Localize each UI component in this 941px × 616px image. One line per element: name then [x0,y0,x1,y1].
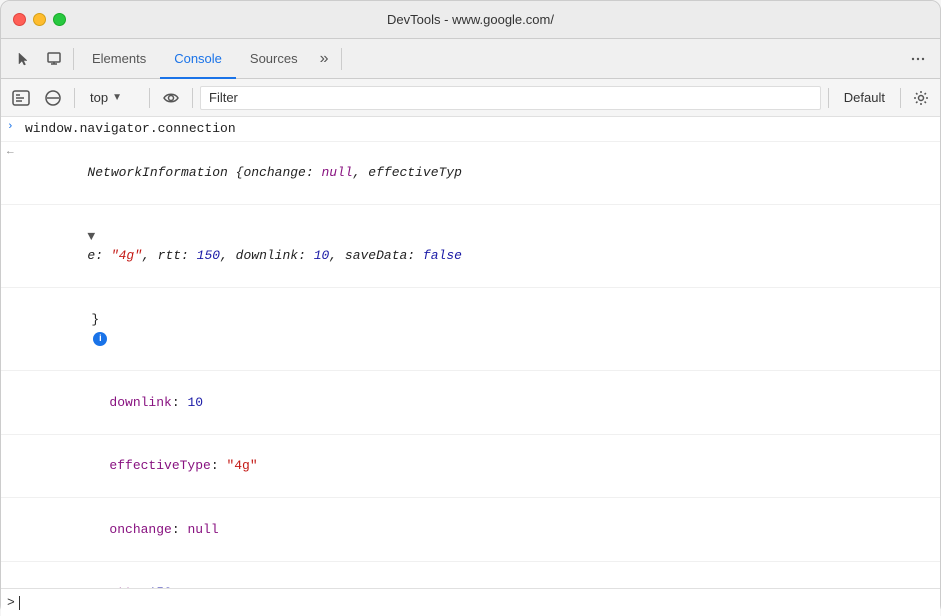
prop-downlink: downlink: 10 [1,371,940,435]
prop-onchange-content: onchange: null [47,500,934,559]
console-output-line-2: ▼ e: "4g", rtt: 150, downlink: 10, saveD… [1,205,940,288]
output-content-1: NetworkInformation {onchange: null, effe… [25,144,934,203]
console-output-line-3: } i [1,288,940,371]
output-arrow: ← [7,144,25,158]
context-arrow-icon: ▼ [112,92,122,103]
title-bar: DevTools - www.google.com/ [1,1,940,39]
toolbar-divider-1 [73,48,74,70]
output-content-3: } i [29,290,934,368]
expand-triangle-icon[interactable]: ▼ [87,227,95,247]
console-main: › window.navigator.connection ← NetworkI… [1,117,940,616]
prop-onchange: onchange: null [1,498,940,562]
log-level-select[interactable]: Default [836,88,893,107]
tab-elements[interactable]: Elements [78,39,160,79]
prop-effectivetype-content: effectiveType: "4g" [47,437,934,496]
console-divider-1 [74,88,75,108]
prop-rtt-content: rtt: 150 [47,564,934,589]
info-icon[interactable]: i [93,332,107,346]
console-output: › window.navigator.connection ← NetworkI… [1,117,940,588]
devtools-menu-button[interactable] [904,45,932,73]
output-content-2: ▼ e: "4g", rtt: 150, downlink: 10, saveD… [25,207,934,285]
clear-console-button[interactable] [39,84,67,112]
live-expressions-button[interactable] [157,84,185,112]
console-output-line-1: ← NetworkInformation {onchange: null, ef… [1,142,940,206]
inspect-icon[interactable] [39,44,69,74]
input-prompt: > [7,595,15,610]
console-divider-4 [828,88,829,108]
console-input-line: › window.navigator.connection [1,117,940,142]
close-button[interactable] [13,13,26,26]
tab-sources[interactable]: Sources [236,39,312,79]
console-input-area: > [1,588,940,616]
toolbar-divider-2 [341,48,342,70]
toolbar-right [904,45,932,73]
input-cursor [19,596,20,610]
cursor-icon[interactable] [9,44,39,74]
console-divider-2 [149,88,150,108]
execute-icon[interactable] [7,84,35,112]
toolbar: Elements Console Sources » [1,39,940,79]
filter-input[interactable] [200,86,821,110]
context-label: top [90,90,108,105]
console-toolbar: top ▼ Default [1,79,940,117]
console-input-text: window.navigator.connection [25,119,934,139]
maximize-button[interactable] [53,13,66,26]
console-divider-3 [192,88,193,108]
traffic-lights [13,13,66,26]
input-arrow: › [7,119,25,133]
window-title: DevTools - www.google.com/ [387,12,554,27]
tab-console[interactable]: Console [160,39,236,79]
prop-downlink-content: downlink: 10 [47,373,934,432]
console-divider-5 [900,88,901,108]
prop-rtt: rtt: 150 [1,562,940,589]
more-tabs-button[interactable]: » [312,46,337,72]
prop-effectivetype: effectiveType: "4g" [1,435,940,499]
context-selector[interactable]: top ▼ [82,88,142,107]
minimize-button[interactable] [33,13,46,26]
console-settings-button[interactable] [908,85,934,111]
